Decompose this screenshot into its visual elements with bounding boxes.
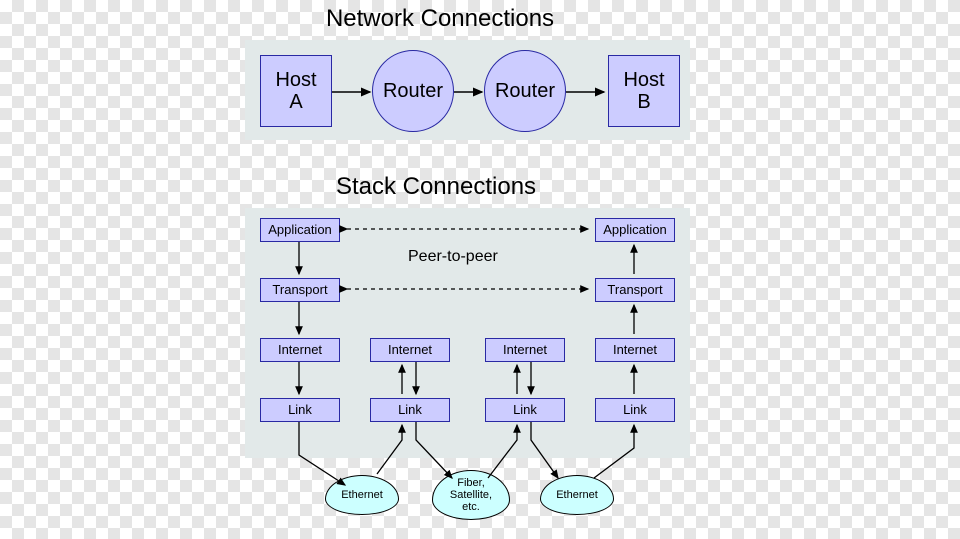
layer-left-transport: Transport	[260, 278, 340, 302]
layer-cr-link: Link	[485, 398, 565, 422]
cloud-ethernet-2: Ethernet	[540, 475, 614, 515]
title-network: Network Connections	[310, 5, 570, 33]
node-router-2: Router	[484, 50, 566, 132]
layer-cr-internet: Internet	[485, 338, 565, 362]
layer-right-link: Link	[595, 398, 675, 422]
layer-right-transport: Transport	[595, 278, 675, 302]
node-host-a: Host A	[260, 55, 332, 127]
layer-left-link: Link	[260, 398, 340, 422]
node-host-b: Host B	[608, 55, 680, 127]
node-router-1: Router	[372, 50, 454, 132]
cloud-fiber: Fiber, Satellite, etc.	[432, 470, 510, 520]
layer-left-internet: Internet	[260, 338, 340, 362]
label-peer-to-peer: Peer-to-peer	[408, 248, 498, 266]
layer-left-application: Application	[260, 218, 340, 242]
layer-cl-link: Link	[370, 398, 450, 422]
layer-right-application: Application	[595, 218, 675, 242]
title-stack: Stack Connections	[326, 173, 546, 201]
layer-cl-internet: Internet	[370, 338, 450, 362]
cloud-ethernet-1: Ethernet	[325, 475, 399, 515]
layer-right-internet: Internet	[595, 338, 675, 362]
